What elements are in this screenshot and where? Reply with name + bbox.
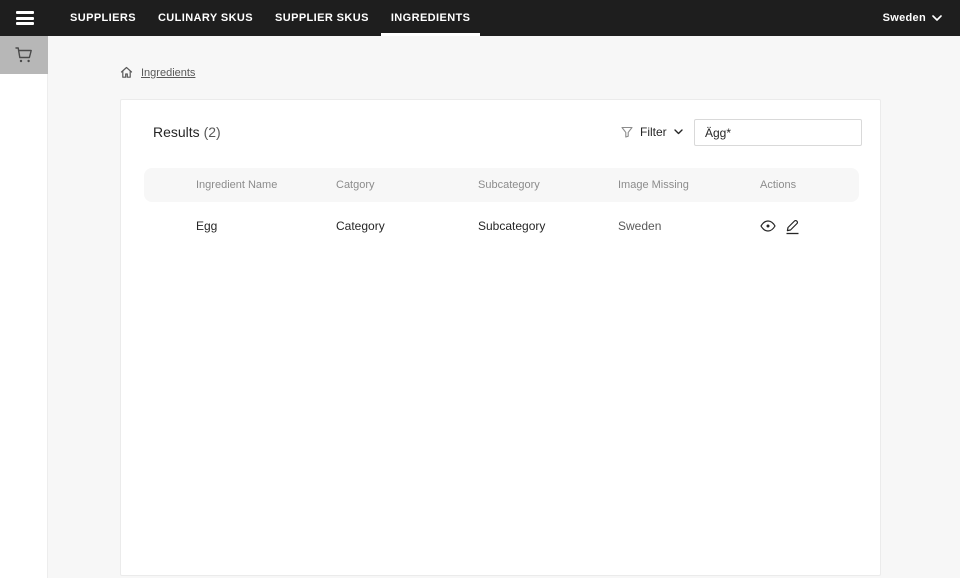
ingredients-table: Ingredient Name Catgory Subcategory Imag…: [144, 168, 859, 250]
breadcrumb-link-ingredients[interactable]: Ingredients: [141, 67, 195, 79]
table-row: Egg Category Subcategory Sweden: [144, 202, 859, 250]
nav-tab-culinary-skus[interactable]: CULINARY SKUS: [147, 0, 264, 36]
filter-label: Filter: [640, 125, 667, 139]
cell-category: Category: [336, 219, 478, 233]
results-label: Results: [153, 124, 200, 140]
nav-tabs: SUPPLIERS CULINARY SKUS SUPPLIER SKUS IN…: [59, 0, 481, 36]
top-navigation-bar: SUPPLIERS CULINARY SKUS SUPPLIER SKUS IN…: [0, 0, 960, 36]
column-header-ingredient-name: Ingredient Name: [196, 179, 336, 191]
pencil-edit-icon: [784, 218, 800, 235]
column-header-actions: Actions: [760, 179, 859, 191]
nav-tab-ingredients[interactable]: INGREDIENTS: [380, 0, 482, 36]
results-count: Results (2): [153, 124, 221, 140]
hamburger-menu-icon[interactable]: [16, 11, 34, 25]
region-selector[interactable]: Sweden: [883, 12, 942, 24]
cell-image-missing: Sweden: [618, 219, 760, 233]
eye-icon: [760, 220, 776, 232]
left-sidebar: [0, 36, 48, 578]
card-header: Results (2) Filter: [121, 100, 880, 168]
search-input[interactable]: [694, 119, 862, 146]
column-header-image-missing: Image Missing: [618, 179, 760, 191]
cell-subcategory: Subcategory: [478, 219, 618, 233]
cart-button[interactable]: [0, 36, 48, 74]
table-header-row: Ingredient Name Catgory Subcategory Imag…: [144, 168, 859, 202]
filter-dropdown[interactable]: Filter: [621, 125, 683, 139]
view-button[interactable]: [760, 216, 776, 236]
region-label: Sweden: [883, 12, 926, 24]
chevron-down-icon: [674, 129, 683, 135]
results-card: Results (2) Filter Ingredient Name Catgo…: [120, 99, 881, 576]
nav-tab-supplier-skus[interactable]: SUPPLIER SKUS: [264, 0, 380, 36]
column-header-subcategory: Subcategory: [478, 179, 618, 191]
cell-ingredient-name: Egg: [196, 219, 336, 233]
results-count-value: (2): [204, 124, 221, 140]
shopping-cart-icon: [14, 46, 34, 64]
column-header-category: Catgory: [336, 179, 478, 191]
filter-funnel-icon: [621, 126, 633, 138]
home-icon[interactable]: [120, 66, 133, 79]
chevron-down-icon: [932, 15, 942, 21]
edit-button[interactable]: [784, 216, 800, 236]
breadcrumb: Ingredients: [120, 66, 195, 79]
nav-tab-suppliers[interactable]: SUPPLIERS: [59, 0, 147, 36]
cell-actions: [760, 216, 859, 236]
